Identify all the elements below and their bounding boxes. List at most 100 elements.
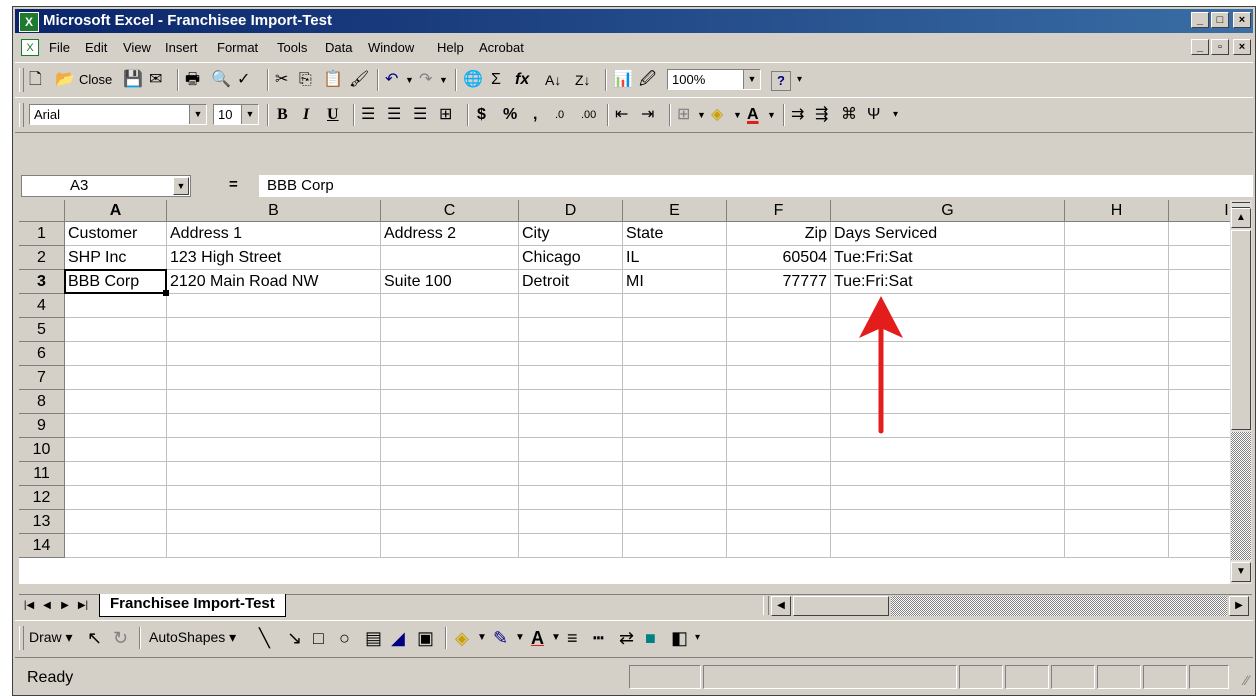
cell-b7[interactable] xyxy=(167,366,381,390)
shadow-icon[interactable]: ■ xyxy=(645,627,656,649)
cell-a6[interactable] xyxy=(65,342,167,366)
cell-e7[interactable] xyxy=(623,366,727,390)
save-icon[interactable]: 💾 xyxy=(123,69,143,91)
row-header-12[interactable]: 12 xyxy=(19,486,65,510)
cell-g14[interactable] xyxy=(831,534,1065,558)
oval-icon[interactable]: ○ xyxy=(339,627,350,649)
cell-e8[interactable] xyxy=(623,390,727,414)
font-color-icon[interactable]: A xyxy=(747,104,759,126)
align-right-icon[interactable]: ☰ xyxy=(413,104,427,126)
arrow-style-icon[interactable]: ⇄ xyxy=(619,627,634,649)
cell-g8[interactable] xyxy=(831,390,1065,414)
line-icon[interactable]: ╲ xyxy=(259,627,270,649)
cell-h7[interactable] xyxy=(1065,366,1169,390)
cell-i8[interactable] xyxy=(1169,390,1230,414)
increase-indent-icon[interactable]: ⇥ xyxy=(641,104,654,126)
cell-e12[interactable] xyxy=(623,486,727,510)
cell-f4[interactable] xyxy=(727,294,831,318)
cell-i11[interactable] xyxy=(1169,462,1230,486)
scroll-thumb[interactable] xyxy=(1231,230,1251,430)
cell-f5[interactable] xyxy=(727,318,831,342)
cell-a8[interactable] xyxy=(65,390,167,414)
cell-a1[interactable]: Customer xyxy=(65,222,167,246)
row-header-3[interactable]: 3 xyxy=(19,270,65,294)
menu-data[interactable]: Data xyxy=(325,40,352,55)
cell-b9[interactable] xyxy=(167,414,381,438)
menu-insert[interactable]: Insert xyxy=(165,40,198,55)
cell-a13[interactable] xyxy=(65,510,167,534)
name-box[interactable]: A3 ▼ xyxy=(21,175,191,197)
cell-f10[interactable] xyxy=(727,438,831,462)
cell-g1[interactable]: Days Serviced xyxy=(831,222,1065,246)
align-left-icon[interactable]: ☰ xyxy=(361,104,375,126)
cell-e4[interactable] xyxy=(623,294,727,318)
cell-c6[interactable] xyxy=(381,342,519,366)
cell-d8[interactable] xyxy=(519,390,623,414)
column-header-i[interactable]: I xyxy=(1169,200,1230,222)
last-sheet-icon[interactable]: ▶| xyxy=(75,597,91,614)
cell-h1[interactable] xyxy=(1065,222,1169,246)
hyperlink-icon[interactable]: 🌐 xyxy=(463,69,483,91)
cell-a9[interactable] xyxy=(65,414,167,438)
cell-i6[interactable] xyxy=(1169,342,1230,366)
cell-a10[interactable] xyxy=(65,438,167,462)
cell-h2[interactable] xyxy=(1065,246,1169,270)
toolbar-grip[interactable] xyxy=(19,626,24,650)
line-style-icon[interactable]: ≡ xyxy=(567,627,578,649)
cell-c3[interactable]: Suite 100 xyxy=(381,270,519,294)
font-size-select[interactable]: 10 ▼ xyxy=(213,104,259,125)
drawing-icon[interactable]: 🖉 xyxy=(639,69,656,91)
cell-d5[interactable] xyxy=(519,318,623,342)
cell-g13[interactable] xyxy=(831,510,1065,534)
close-button-toolbar[interactable]: Close xyxy=(79,69,112,91)
format-painter-icon[interactable]: 🖌 xyxy=(349,69,369,91)
cell-a2[interactable]: SHP Inc xyxy=(65,246,167,270)
menu-acrobat[interactable]: Acrobat xyxy=(479,40,524,55)
column-header-f[interactable]: F xyxy=(727,200,831,222)
cell-d3[interactable]: Detroit xyxy=(519,270,623,294)
autoshapes-menu-button[interactable]: AutoShapes ▾ xyxy=(149,629,236,646)
cell-h11[interactable] xyxy=(1065,462,1169,486)
cell-i9[interactable] xyxy=(1169,414,1230,438)
cell-b8[interactable] xyxy=(167,390,381,414)
cell-g12[interactable] xyxy=(831,486,1065,510)
row-header-4[interactable]: 4 xyxy=(19,294,65,318)
workbook-icon[interactable]: X xyxy=(21,39,39,56)
sort-ascending-icon[interactable]: A↓ xyxy=(545,69,561,91)
email-icon[interactable]: ✉ xyxy=(149,69,162,91)
cell-i3[interactable] xyxy=(1169,270,1230,294)
formula-equals[interactable]: = xyxy=(229,176,238,193)
cell-h4[interactable] xyxy=(1065,294,1169,318)
cell-b13[interactable] xyxy=(167,510,381,534)
decrease-decimal-button[interactable]: .00 xyxy=(581,104,596,126)
cell-f12[interactable] xyxy=(727,486,831,510)
cell-c12[interactable] xyxy=(381,486,519,510)
cell-c8[interactable] xyxy=(381,390,519,414)
cell-b12[interactable] xyxy=(167,486,381,510)
cell-c10[interactable] xyxy=(381,438,519,462)
align-center-icon[interactable]: ☰ xyxy=(387,104,401,126)
cell-g5[interactable] xyxy=(831,318,1065,342)
first-sheet-icon[interactable]: |◀ xyxy=(21,597,37,614)
cell-i12[interactable] xyxy=(1169,486,1230,510)
chevron-down-icon[interactable]: ▼ xyxy=(767,104,776,126)
cell-e6[interactable] xyxy=(623,342,727,366)
cell-a11[interactable] xyxy=(65,462,167,486)
cell-h10[interactable] xyxy=(1065,438,1169,462)
menu-help[interactable]: Help xyxy=(437,40,464,55)
open-icon[interactable]: 📂 xyxy=(55,69,75,91)
cell-g2[interactable]: Tue:Fri:Sat xyxy=(831,246,1065,270)
doc-minimize-button[interactable]: _ xyxy=(1191,39,1209,55)
bold-button[interactable]: B xyxy=(277,104,288,126)
menu-file[interactable]: File xyxy=(49,40,70,55)
cell-b6[interactable] xyxy=(167,342,381,366)
cell-a7[interactable] xyxy=(65,366,167,390)
column-header-b[interactable]: B xyxy=(167,200,381,222)
acrobat-comment-icon[interactable]: Ψ xyxy=(867,104,880,126)
chevron-down-icon[interactable]: ▼ xyxy=(439,69,448,91)
cell-d4[interactable] xyxy=(519,294,623,318)
chevron-down-icon[interactable]: ▼ xyxy=(405,69,414,91)
borders-icon[interactable]: ⊞ xyxy=(677,104,690,126)
menu-format[interactable]: Format xyxy=(217,40,258,55)
cell-b10[interactable] xyxy=(167,438,381,462)
